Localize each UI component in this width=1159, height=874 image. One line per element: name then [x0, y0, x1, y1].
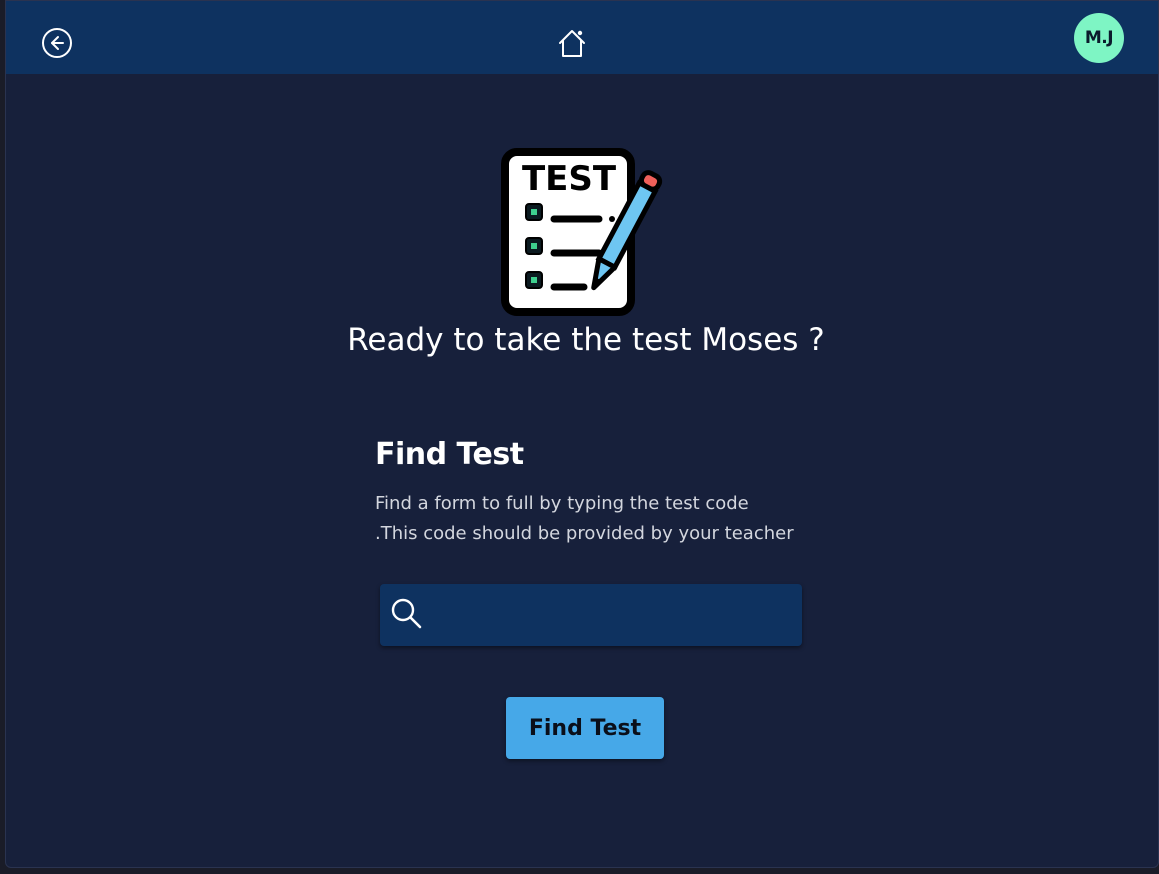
- find-test-description: Find a form to full by typing the test c…: [375, 489, 875, 549]
- find-test-button[interactable]: Find Test: [506, 697, 664, 759]
- test-sheet-pencil-icon: TEST: [499, 148, 671, 318]
- arrow-left-circle-icon: [42, 28, 72, 58]
- top-navigation-bar: M.J: [6, 1, 1158, 74]
- app-window: M.J TEST Ready to take the test Moses ? …: [5, 0, 1159, 868]
- greeting-headline: Ready to take the test Moses ?: [347, 322, 825, 358]
- search-icon: [391, 598, 422, 629]
- test-code-input[interactable]: [432, 584, 796, 648]
- description-line-1: Find a form to full by typing the test c…: [375, 493, 749, 514]
- user-avatar[interactable]: M.J: [1074, 13, 1124, 63]
- back-button[interactable]: [41, 27, 73, 59]
- description-line-2: .This code should be provided by your te…: [375, 523, 794, 544]
- test-sheet-label: TEST: [522, 159, 617, 199]
- home-button[interactable]: [556, 27, 588, 59]
- test-code-search-box[interactable]: [380, 584, 802, 648]
- home-icon: [559, 30, 585, 57]
- find-test-heading: Find Test: [375, 437, 524, 472]
